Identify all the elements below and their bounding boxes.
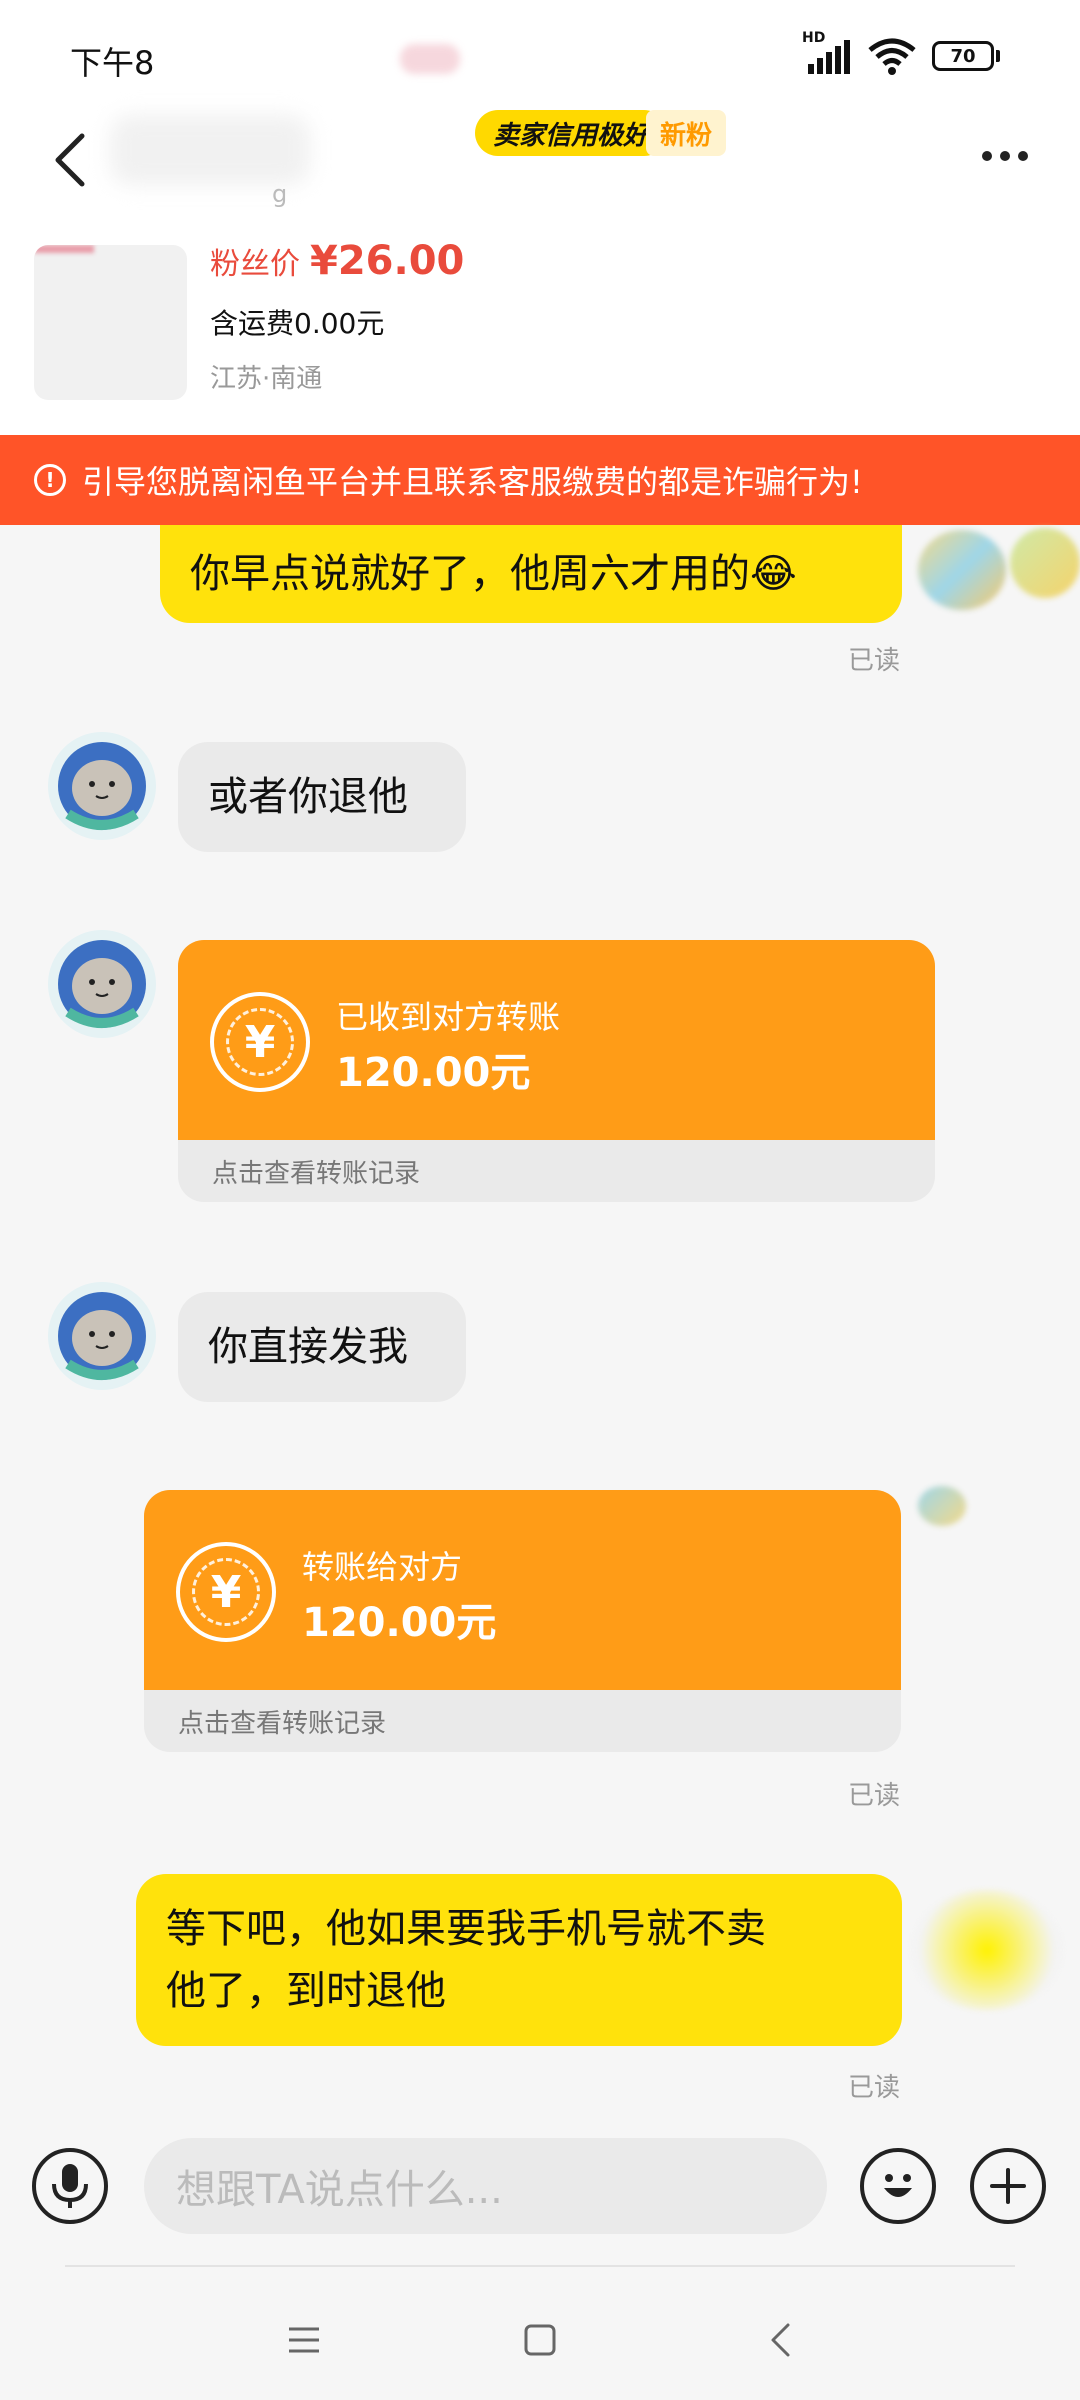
message-bubble-received[interactable]: 或者你退他 — [178, 742, 466, 852]
message-text-line-2: 他了，到时退他 — [166, 1968, 446, 2014]
warning-text: 引导您脱离闲鱼平台并且联系客服缴费的都是诈骗行为! — [82, 463, 863, 501]
battery-icon: 70 — [932, 41, 1000, 71]
self-avatar-redacted-2 — [1010, 528, 1080, 598]
nav-home-button[interactable] — [510, 2310, 570, 2370]
read-status: 已读 — [848, 1781, 901, 1811]
message-bubble-sent[interactable]: 你早点说就好了，他周六才用的😂 — [160, 525, 902, 623]
read-status: 已读 — [848, 2073, 901, 2103]
message-text-line-1: 等下吧，他如果要我手机号就不卖 — [166, 1906, 766, 1952]
price-value: ¥26.00 — [310, 238, 465, 284]
cat-avatar-icon — [48, 1282, 156, 1390]
emoji-icon — [884, 2174, 912, 2197]
warning-circle-icon: ! — [34, 464, 66, 496]
status-time: 下午8 — [70, 44, 155, 82]
nav-back-icon — [771, 2323, 790, 2357]
plus-icon — [990, 2168, 1026, 2204]
message-text: 你早点说就好了，他周六才用的😂 — [190, 551, 797, 597]
divider — [65, 2265, 1015, 2267]
status-icons: HD 70 — [802, 30, 1000, 76]
transfer-card-sent[interactable]: ¥ 转账给对方 120.00元 点击查看转账记录 — [144, 1490, 901, 1752]
signal-icon: HD — [802, 30, 852, 76]
fraud-warning-bar: ! 引导您脱离闲鱼平台并且联系客服缴费的都是诈骗行为! — [0, 435, 1080, 525]
yen-transfer-icon: ¥ — [210, 992, 310, 1092]
yen-transfer-icon: ¥ — [176, 1542, 276, 1642]
message-bubble-received[interactable]: 你直接发我 — [178, 1292, 466, 1402]
menu-icon — [289, 2327, 319, 2353]
message-input[interactable]: 想跟TA说点什么... — [144, 2138, 827, 2234]
self-avatar-redacted — [918, 530, 1006, 610]
more-dots-icon — [982, 151, 992, 161]
product-thumbnail[interactable] — [34, 245, 187, 400]
new-fan-badge: 新粉 — [646, 110, 727, 156]
transfer-title: 已收到对方转账 — [336, 998, 561, 1036]
wifi-icon — [868, 38, 916, 75]
price-label: 粉丝价 — [210, 247, 300, 282]
message-bubble-sent[interactable]: 等下吧，他如果要我手机号就不卖 他了，到时退他 — [136, 1874, 902, 2046]
message-text: 或者你退他 — [208, 774, 408, 820]
back-button[interactable] — [40, 120, 100, 200]
message-text: 你直接发我 — [208, 1324, 408, 1370]
transfer-title: 转账给对方 — [302, 1548, 463, 1586]
cat-avatar-icon — [48, 732, 156, 840]
nav-menu-button[interactable] — [274, 2310, 334, 2370]
more-button[interactable] — [970, 126, 1040, 186]
self-avatar-redacted — [918, 1486, 966, 1526]
shipping-info: 含运费0.00元 — [210, 307, 385, 340]
transfer-card-received[interactable]: ¥ 已收到对方转账 120.00元 点击查看转账记录 — [178, 940, 935, 1202]
status-blurred-indicator — [400, 44, 460, 74]
contact-avatar[interactable] — [48, 930, 156, 1038]
microphone-icon — [52, 2164, 88, 2208]
self-avatar-redacted — [912, 1890, 1062, 2010]
system-nav-bar — [0, 2280, 1080, 2400]
home-square-icon — [524, 2324, 556, 2356]
voice-button[interactable] — [32, 2148, 108, 2224]
product-location: 江苏·南通 — [210, 364, 323, 394]
seller-credit-badge: 卖家信用极好 — [475, 110, 668, 156]
contact-name-redacted — [110, 115, 310, 185]
contact-subtitle-redacted: g — [272, 180, 288, 208]
product-card[interactable]: 粉丝价 ¥26.00 含运费0.00元 江苏·南通 — [0, 230, 1080, 435]
status-bar: 下午8 HD 70 — [0, 0, 1080, 110]
price-row: 粉丝价 ¥26.00 — [210, 238, 464, 284]
cat-avatar-icon — [48, 930, 156, 1038]
nav-back-button[interactable] — [750, 2310, 810, 2370]
back-arrow-icon — [55, 133, 85, 187]
read-status: 已读 — [848, 646, 901, 676]
transfer-record-link[interactable]: 点击查看转账记录 — [178, 1140, 935, 1202]
contact-avatar[interactable] — [48, 732, 156, 840]
input-bar: 想跟TA说点什么... — [0, 2110, 1080, 2260]
contact-avatar[interactable] — [48, 1282, 156, 1390]
chat-header: g 卖家信用极好 新粉 — [0, 110, 1080, 230]
battery-level: 70 — [932, 41, 994, 71]
transfer-amount: 120.00元 — [302, 1600, 497, 1646]
transfer-amount: 120.00元 — [336, 1050, 531, 1096]
transfer-record-link[interactable]: 点击查看转账记录 — [144, 1690, 901, 1752]
plus-button[interactable] — [970, 2148, 1046, 2224]
emoji-button[interactable] — [860, 2148, 936, 2224]
